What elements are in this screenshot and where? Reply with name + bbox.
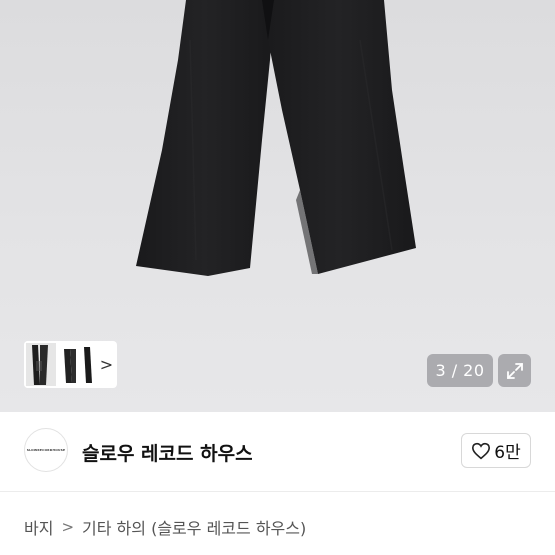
breadcrumb-item-category[interactable]: 바지 <box>24 515 53 539</box>
breadcrumb: 바지 > 기타 하의 (슬로우 레코드 하우스) <box>24 515 306 539</box>
seller-row[interactable]: SLOWRECORDHOUSE 슬로우 레코드 하우스 6만 <box>0 412 555 492</box>
breadcrumb-item-subcategory[interactable]: 기타 하의 (슬로우 레코드 하우스) <box>82 515 306 539</box>
thumbnail-image[interactable] <box>24 341 96 388</box>
product-image[interactable]: > 3 / 20 <box>0 0 555 412</box>
avatar-logo-text: SLOWRECORDHOUSE <box>26 448 66 452</box>
like-count: 6만 <box>494 443 521 463</box>
expand-icon[interactable] <box>498 354 531 387</box>
image-counter: 3 / 20 <box>427 354 493 387</box>
cut-off-content <box>24 550 144 555</box>
avatar[interactable]: SLOWRECORDHOUSE <box>24 428 68 472</box>
heart-icon <box>472 442 491 459</box>
like-button[interactable]: 6만 <box>461 433 531 468</box>
chevron-right-icon: > <box>61 518 75 536</box>
seller-name[interactable]: 슬로우 레코드 하우스 <box>82 439 253 466</box>
thumbnail-strip[interactable]: > <box>24 341 117 388</box>
chevron-right-icon[interactable]: > <box>96 341 117 388</box>
